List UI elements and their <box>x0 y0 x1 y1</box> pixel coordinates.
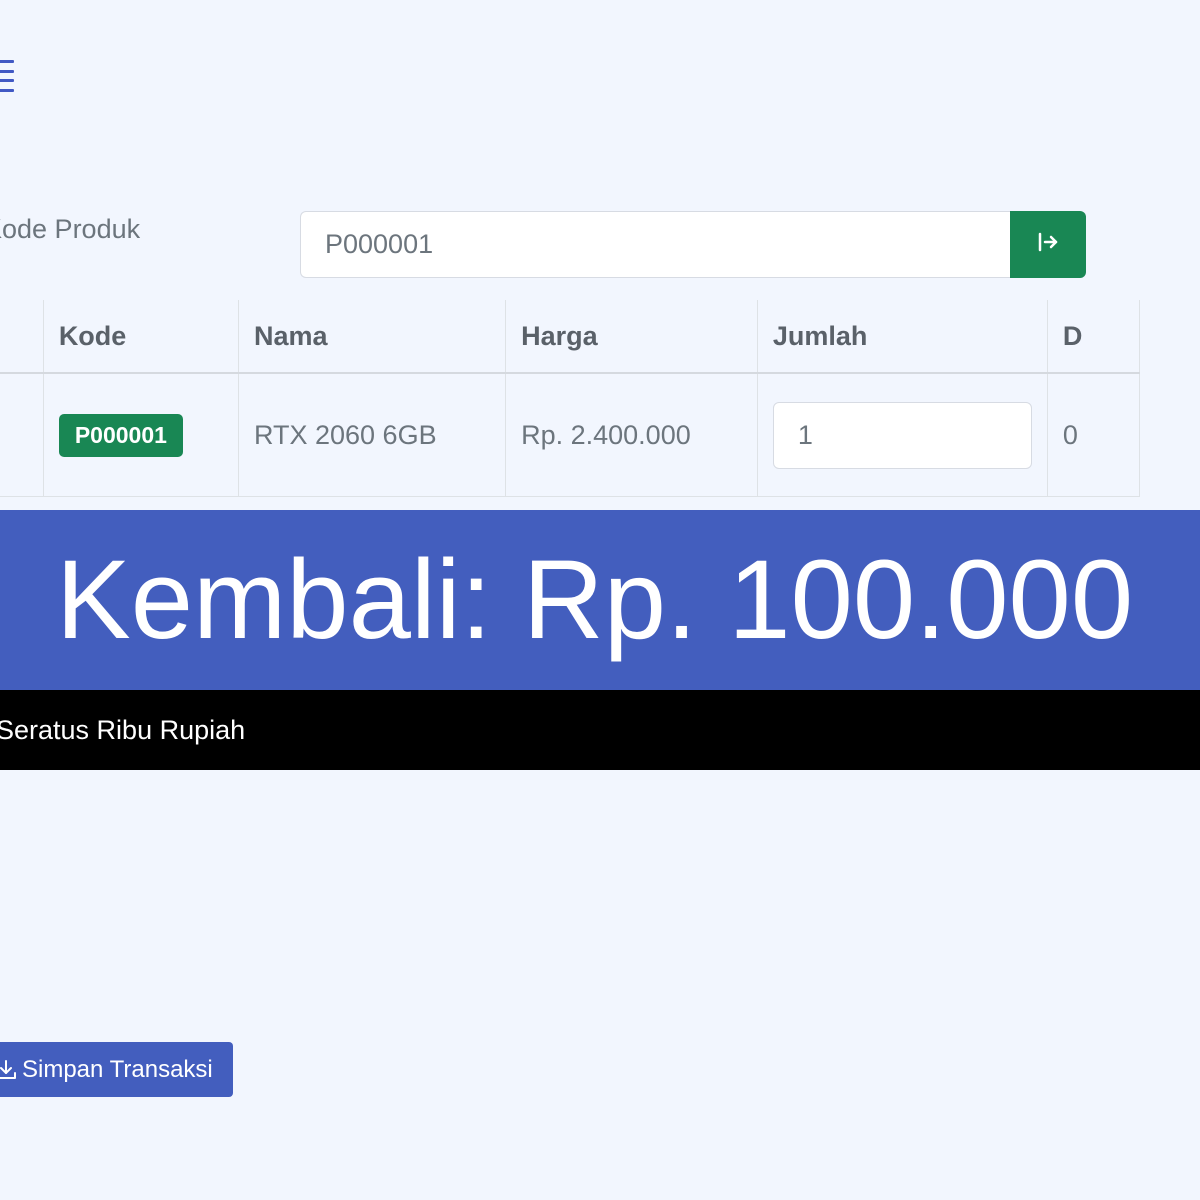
column-header-harga: Harga <box>505 300 758 374</box>
kode-produk-label: Kode Produk <box>0 214 141 244</box>
row-nama: RTX 2060 6GB <box>237 372 507 497</box>
column-header-kode: Kode <box>42 300 239 374</box>
cart-table: No Kode Nama Harga Jumlah D 1 P000001 RT… <box>0 300 1141 497</box>
product-code-badge: P000001 <box>58 413 183 457</box>
hamburger-menu-icon[interactable] <box>0 60 14 92</box>
row-no: 1 <box>0 372 44 497</box>
quantity-input[interactable] <box>772 401 1032 469</box>
column-header-jumlah: Jumlah <box>756 300 1048 374</box>
download-icon <box>0 1058 18 1082</box>
row-harga: Rp. 2.400.000 <box>505 372 758 497</box>
column-header-diskon: D <box>1046 300 1141 374</box>
kode-produk-input[interactable] <box>300 211 1012 278</box>
arrow-right-to-bracket-icon <box>1035 229 1061 260</box>
row-diskon: 0 <box>1046 372 1141 497</box>
table-row: 1 P000001 RTX 2060 6GB Rp. 2.400.000 0 <box>0 372 1141 497</box>
row-kode-cell: P000001 <box>42 372 239 497</box>
add-product-button[interactable] <box>1010 211 1086 278</box>
transaction-page: Kode Produk No Kode Nama Harga J <box>0 0 1200 1200</box>
column-header-nama: Nama <box>237 300 507 374</box>
row-jumlah-cell <box>756 372 1048 497</box>
table-header-row: No Kode Nama Harga Jumlah D <box>0 300 1141 374</box>
column-header-no: No <box>0 300 44 374</box>
save-transaction-label: Simpan Transaksi <box>22 1055 213 1083</box>
change-amount-banner: Kembali: Rp. 100.000 <box>0 510 1200 690</box>
save-transaction-button[interactable]: Simpan Transaksi <box>0 1042 233 1097</box>
change-amount-words: Seratus Ribu Rupiah <box>0 690 1200 770</box>
